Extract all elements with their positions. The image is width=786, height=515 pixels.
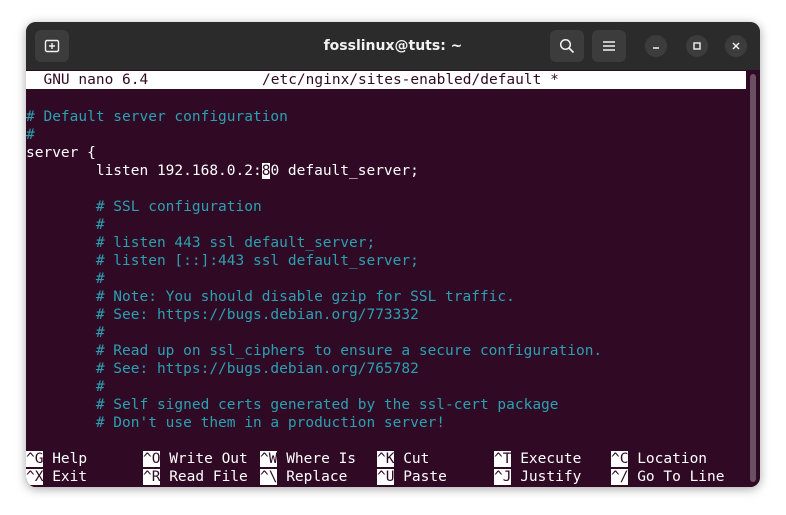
- code-line: # Default server configuration: [26, 109, 288, 125]
- minimize-icon: [653, 47, 659, 49]
- menu-button[interactable]: [592, 30, 626, 62]
- shortcut-exit[interactable]: ^X Exit: [26, 468, 87, 486]
- nano-version: GNU nano 6.4: [26, 72, 149, 88]
- shortcut-key: ^W: [260, 451, 278, 467]
- shortcut-paste[interactable]: ^U Paste: [377, 468, 447, 486]
- shortcut-label: Cut: [394, 451, 430, 467]
- code-line: # Don't use them in a production server!: [26, 415, 446, 431]
- code-line: #: [26, 217, 105, 233]
- shortcut-key: ^X: [26, 469, 44, 485]
- hamburger-menu-icon: [603, 41, 615, 51]
- shortcut-execute[interactable]: ^T Execute: [494, 450, 581, 468]
- window-title: fosslinux@tuts: ~: [323, 38, 463, 54]
- shortcut-location[interactable]: ^C Location: [611, 450, 707, 468]
- code-line: # SSL configuration: [26, 199, 262, 215]
- shortcut-key: ^T: [494, 451, 512, 467]
- maximize-icon: [693, 42, 701, 50]
- code-line: #: [26, 379, 105, 395]
- listen-text-rest: 0 default_server;: [270, 163, 419, 179]
- shortcut-read-file[interactable]: ^R Read File: [143, 468, 248, 486]
- shortcut-label: Location: [628, 451, 708, 467]
- shortcut-key: ^G: [26, 451, 44, 467]
- shortcut-key: ^/: [611, 469, 629, 485]
- code-line: # Note: You should disable gzip for SSL …: [26, 289, 515, 305]
- shortcut-label: Justify: [511, 469, 582, 485]
- maximize-button[interactable]: [686, 35, 708, 57]
- shortcut-key: ^\: [260, 469, 278, 485]
- new-tab-button[interactable]: [35, 30, 69, 62]
- scrollbar[interactable]: [750, 74, 756, 482]
- code-line: # Read up on ssl_ciphers to ensure a sec…: [26, 343, 603, 359]
- code-line: # listen 443 ssl default_server;: [26, 235, 376, 251]
- shortcut-where-is[interactable]: ^W Where Is: [260, 450, 356, 468]
- listen-text: listen 192.168.0.2:: [26, 163, 262, 179]
- shortcut-label: Go To Line: [628, 469, 725, 485]
- shortcut-replace[interactable]: ^\ Replace: [260, 468, 347, 486]
- shortcut-label: Help: [43, 451, 88, 467]
- shortcut-label: Paste: [394, 469, 447, 485]
- shortcut-label: Where Is: [277, 451, 357, 467]
- shortcut-key: ^J: [494, 469, 512, 485]
- code-line: # Self signed certs generated by the ssl…: [26, 397, 559, 413]
- code-line: #: [26, 271, 105, 287]
- terminal-area[interactable]: GNU nano 6.4/etc/nginx/sites-enabled/def…: [26, 70, 760, 487]
- close-icon: [732, 42, 740, 50]
- shortcut-help[interactable]: ^G Help: [26, 450, 87, 468]
- code-line: # See: https://bugs.debian.org/773332: [26, 307, 419, 323]
- search-button[interactable]: [550, 30, 584, 62]
- nano-header-bar: GNU nano 6.4/etc/nginx/sites-enabled/def…: [26, 71, 746, 89]
- search-icon: [559, 38, 575, 54]
- code-line-listen: listen 192.168.0.2:80 default_server;: [26, 162, 419, 180]
- shortcut-label: Exit: [43, 469, 88, 485]
- shortcut-write-out[interactable]: ^O Write Out: [143, 450, 248, 468]
- shortcut-key: ^O: [143, 451, 161, 467]
- code-line: #: [26, 325, 105, 341]
- shortcut-label: Read File: [160, 469, 248, 485]
- nano-filename: /etc/nginx/sites-enabled/default *: [262, 72, 559, 88]
- shortcut-key: ^R: [143, 469, 161, 485]
- shortcut-label: Execute: [511, 451, 582, 467]
- shortcut-key: ^U: [377, 469, 395, 485]
- terminal-window: fosslinux@tuts: ~ GNU nano 6.4 /etc/ngin…: [26, 22, 760, 487]
- shortcut-label: Write Out: [160, 451, 248, 467]
- shortcut-justify[interactable]: ^J Justify: [494, 468, 581, 486]
- shortcut-cut[interactable]: ^K Cut: [377, 450, 429, 468]
- code-line: # See: https://bugs.debian.org/765782: [26, 361, 419, 377]
- shortcut-key: ^K: [377, 451, 395, 467]
- new-tab-icon: [44, 39, 60, 53]
- code-line: #: [26, 127, 35, 143]
- code-line: server {: [26, 145, 96, 161]
- code-line: # listen [::]:443 ssl default_server;: [26, 253, 419, 269]
- minimize-button[interactable]: [645, 35, 667, 57]
- title-bar: fosslinux@tuts: ~: [26, 22, 760, 70]
- shortcut-key: ^C: [611, 451, 629, 467]
- shortcut-go-to-line[interactable]: ^/ Go To Line: [611, 468, 725, 486]
- shortcut-label: Replace: [277, 469, 348, 485]
- close-button[interactable]: [725, 35, 747, 57]
